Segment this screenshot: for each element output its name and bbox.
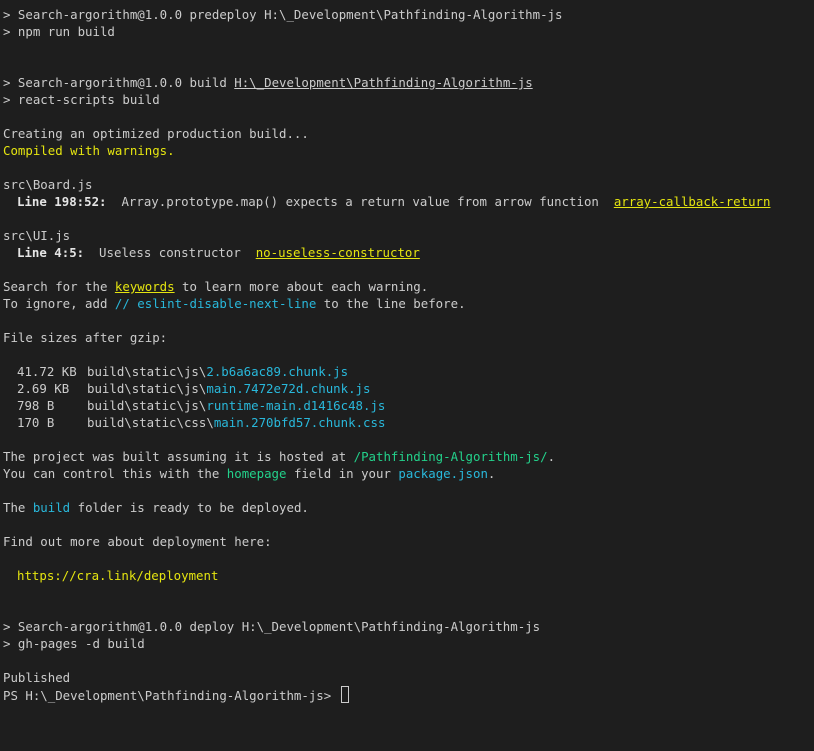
- file-size: 2.69 KB: [17, 381, 70, 396]
- terminal-output[interactable]: > Search-argorithm@1.0.0 predeploy H:\_D…: [3, 6, 811, 703]
- warning-file: src\Board.js: [3, 177, 93, 192]
- ignore-line: To ignore, add // eslint-disable-next-li…: [3, 295, 811, 312]
- search-prefix: Search for the: [3, 279, 115, 294]
- build-path-link[interactable]: H:\_Development\Pathfinding-Algorithm-js: [234, 75, 532, 90]
- hosted-path: /Pathfinding-Algorithm-js/: [353, 449, 548, 464]
- file-name: main.7472e72d.chunk.js: [206, 381, 371, 396]
- shell-prompt: PS H:\_Development\Pathfinding-Algorithm…: [3, 688, 339, 703]
- file-dir: build\static\js\: [87, 398, 207, 413]
- ignore-suffix: to the line before.: [316, 296, 466, 311]
- search-keywords-line: Search for the keywords to learn more ab…: [3, 278, 811, 295]
- search-suffix: to learn more about each warning.: [174, 279, 429, 294]
- ready-line: The build folder is ready to be deployed…: [3, 499, 811, 516]
- control-line: You can control this with the homepage f…: [3, 465, 811, 482]
- warning-rule-link[interactable]: no-useless-constructor: [256, 245, 420, 260]
- warning-line-label: Line 198:52:: [17, 194, 107, 209]
- hosted-prefix: The project was built assuming it is hos…: [3, 449, 354, 464]
- compiled-warnings-text: Compiled with warnings.: [3, 143, 175, 158]
- deploy-header: > Search-argorithm@1.0.0 deploy H:\_Deve…: [3, 619, 541, 634]
- warning-line: Line 198:52: Array.prototype.map() expec…: [3, 193, 811, 210]
- build-header: > Search-argorithm@1.0.0 build H:\_Devel…: [3, 74, 811, 91]
- file-dir: build\static\js\: [87, 364, 207, 379]
- control-middle: field in your: [286, 466, 399, 481]
- ignore-prefix: To ignore, add: [3, 296, 115, 311]
- build-command: > react-scripts build: [3, 92, 160, 107]
- file-size-row: 798 B build\static\js\runtime-main.d1416c…: [3, 397, 811, 414]
- warning-line: Line 4:5: Useless constructor no-useless…: [3, 244, 811, 261]
- file-size: 798 B: [17, 398, 55, 413]
- build-header-prefix: > Search-argorithm@1.0.0 build: [3, 75, 235, 90]
- warning-message: Array.prototype.map() expects a return v…: [106, 194, 614, 209]
- hosted-line: The project was built assuming it is hos…: [3, 448, 811, 465]
- predeploy-header: > Search-argorithm@1.0.0 predeploy H:\_D…: [3, 7, 563, 22]
- file-size-row: 170 B build\static\css\main.270bfd57.chun…: [3, 414, 811, 431]
- file-name: runtime-main.d1416c48.js: [206, 398, 386, 413]
- deployment-link[interactable]: https://cra.link/deployment: [17, 568, 218, 583]
- warning-line-label: Line 4:5:: [17, 245, 85, 260]
- warning-file: src\UI.js: [3, 228, 71, 243]
- warning-rule-link[interactable]: array-callback-return: [614, 194, 771, 209]
- ready-suffix: folder is ready to be deployed.: [70, 500, 309, 515]
- file-name: main.270bfd57.chunk.css: [213, 415, 386, 430]
- control-suffix: .: [487, 466, 496, 481]
- build-folder: build: [32, 500, 71, 515]
- file-dir: build\static\css\: [87, 415, 214, 430]
- control-prefix: You can control this with the: [3, 466, 227, 481]
- keywords-highlight: keywords: [114, 279, 175, 294]
- deployment-link-line: https://cra.link/deployment: [3, 567, 811, 584]
- find-out-text: Find out more about deployment here:: [3, 534, 272, 549]
- published-text: Published: [3, 670, 71, 685]
- file-size-row: 2.69 KB build\static\js\main.7472e72d.chu…: [3, 380, 811, 397]
- homepage-field: homepage: [226, 466, 287, 481]
- prompt-line[interactable]: PS H:\_Development\Pathfinding-Algorithm…: [3, 686, 811, 703]
- file-sizes-title: File sizes after gzip:: [3, 330, 168, 345]
- text-cursor: [340, 686, 349, 703]
- predeploy-command: > npm run build: [3, 24, 115, 39]
- warning-message: Useless constructor: [84, 245, 256, 260]
- file-name: 2.b6a6ac89.chunk.js: [206, 364, 349, 379]
- file-dir: build\static\js\: [87, 381, 207, 396]
- package-json-file: package.json: [398, 466, 488, 481]
- file-size: 41.72 KB: [17, 364, 77, 379]
- deploy-command: > gh-pages -d build: [3, 636, 145, 651]
- file-size-row: 41.72 KB build\static\js\2.b6a6ac89.chunk…: [3, 363, 811, 380]
- creating-build-text: Creating an optimized production build..…: [3, 126, 309, 141]
- ready-prefix: The: [3, 500, 33, 515]
- eslint-disable-comment: // eslint-disable-next-line: [114, 296, 317, 311]
- file-size: 170 B: [17, 415, 55, 430]
- hosted-suffix: .: [547, 449, 556, 464]
